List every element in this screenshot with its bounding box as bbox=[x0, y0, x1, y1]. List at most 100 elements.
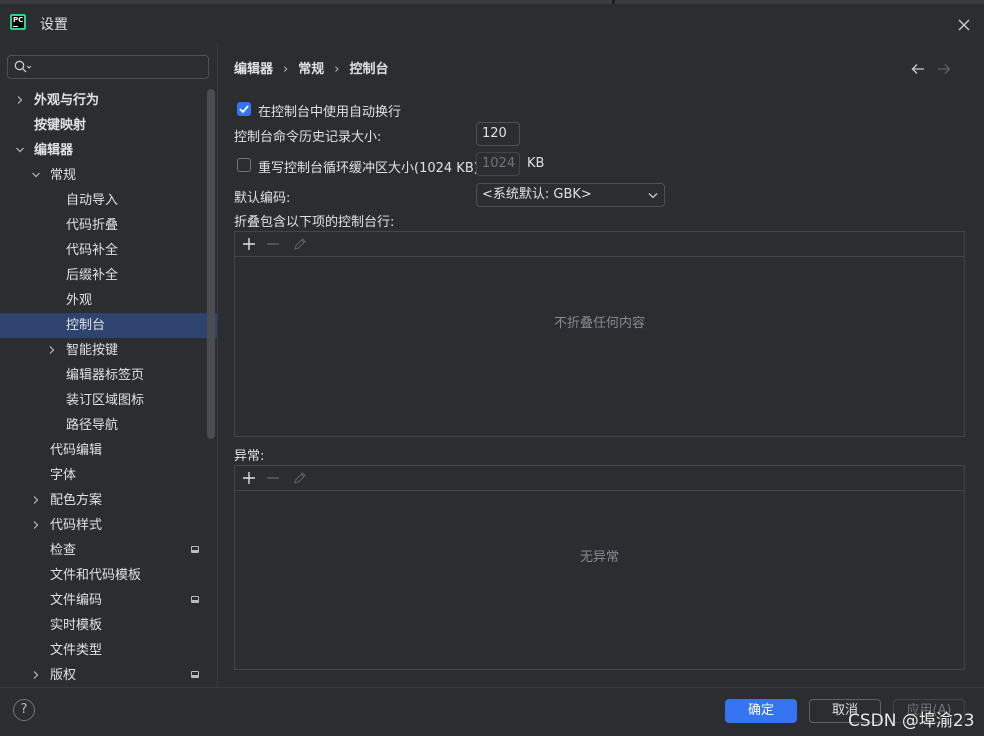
history-size-label: 控制台命令历史记录大小: bbox=[234, 130, 382, 145]
back-arrow-icon[interactable] bbox=[910, 62, 926, 76]
add-icon[interactable] bbox=[241, 236, 257, 252]
window-title: 设置 bbox=[40, 17, 68, 33]
exceptions-label: 异常: bbox=[234, 449, 265, 464]
cycle-buffer-label[interactable]: 重写控制台循环缓冲区大小(1024 KB) bbox=[258, 157, 479, 176]
cycle-buffer-input[interactable]: 1024 bbox=[476, 152, 520, 176]
sidebar-tree-item-label: 文件和代码模板 bbox=[50, 568, 142, 583]
encoding-select[interactable]: <系统默认: GBK> bbox=[476, 183, 665, 207]
sidebar-tree-item[interactable]: 后缀补全 bbox=[0, 263, 217, 288]
close-icon[interactable] bbox=[955, 16, 973, 34]
search-icon bbox=[14, 60, 32, 73]
sidebar-tree-item[interactable]: 编辑器 bbox=[0, 138, 217, 163]
sidebar-tree-item[interactable]: 外观 bbox=[0, 288, 217, 313]
sidebar-tree-item-label: 配色方案 bbox=[50, 493, 103, 508]
sidebar-tree-item[interactable]: 编辑器标签页 bbox=[0, 363, 217, 388]
forward-arrow-icon[interactable] bbox=[936, 62, 952, 76]
chevron-right-icon[interactable] bbox=[32, 496, 40, 504]
breadcrumb-separator: › bbox=[283, 62, 289, 77]
settings-tree: 外观与行为按键映射编辑器常规自动导入代码折叠代码补全后缀补全外观控制台智能按键编… bbox=[0, 88, 217, 688]
breadcrumb-item[interactable]: 常规 bbox=[298, 58, 324, 77]
sidebar-tree-item[interactable]: 文件和代码模板 bbox=[0, 563, 217, 588]
chevron-right-icon[interactable] bbox=[48, 346, 56, 354]
sidebar-tree-item[interactable]: 自动导入 bbox=[0, 188, 217, 213]
sidebar-tree-item[interactable]: 智能按键 bbox=[0, 338, 217, 363]
sidebar-tree-item[interactable]: 字体 bbox=[0, 463, 217, 488]
edit-icon[interactable] bbox=[292, 236, 308, 252]
encoding-label: 默认编码: bbox=[234, 191, 291, 206]
fold-lines-label: 折叠包含以下项的控制台行: bbox=[234, 215, 395, 230]
checkmark-icon bbox=[239, 105, 249, 114]
sidebar-tree-item[interactable]: 外观与行为 bbox=[0, 88, 217, 113]
settings-sidebar: 外观与行为按键映射编辑器常规自动导入代码折叠代码补全后缀补全外观控制台智能按键编… bbox=[0, 42, 217, 687]
chevron-right-icon[interactable] bbox=[32, 521, 40, 529]
sidebar-tree-item[interactable]: 按键映射 bbox=[0, 113, 217, 138]
sidebar-tree-item-label: 代码折叠 bbox=[66, 218, 119, 233]
sidebar-tree-item[interactable]: 文件类型 bbox=[0, 638, 217, 663]
sidebar-tree-item-label: 按键映射 bbox=[34, 118, 87, 133]
breadcrumb: 编辑器 › 常规 › 控制台 bbox=[234, 58, 388, 78]
breadcrumb-separator: › bbox=[334, 62, 340, 77]
edit-icon[interactable] bbox=[292, 470, 308, 486]
sidebar-tree-item-label: 路径导航 bbox=[66, 418, 119, 433]
soft-wrap-label[interactable]: 在控制台中使用自动换行 bbox=[258, 101, 401, 120]
sidebar-tree-item-label: 代码补全 bbox=[66, 243, 119, 258]
project-scope-icon bbox=[191, 671, 199, 678]
footer-divider bbox=[0, 687, 984, 688]
sidebar-tree-item-label: 代码编辑 bbox=[50, 443, 103, 458]
sidebar-tree-item[interactable]: 代码样式 bbox=[0, 513, 217, 538]
sidebar-tree-item-label: 代码样式 bbox=[50, 518, 103, 533]
sidebar-tree-item[interactable]: 检查 bbox=[0, 538, 217, 563]
fold-lines-panel: 不折叠任何内容 bbox=[234, 231, 965, 437]
chevron-down-icon[interactable] bbox=[32, 171, 40, 179]
sidebar-tree-item[interactable]: 版权 bbox=[0, 663, 217, 688]
sidebar-tree-item-label: 装订区域图标 bbox=[66, 393, 145, 408]
remove-icon[interactable] bbox=[265, 470, 281, 486]
sidebar-tree-item[interactable]: 实时模板 bbox=[0, 613, 217, 638]
remove-icon[interactable] bbox=[265, 236, 281, 252]
sidebar-tree-item-label: 版权 bbox=[50, 668, 77, 683]
encoding-value: <系统默认: GBK> bbox=[482, 187, 592, 202]
sidebar-tree-item-label: 外观与行为 bbox=[34, 93, 100, 108]
sidebar-tree-item[interactable]: 常规 bbox=[0, 163, 217, 188]
sidebar-tree-item-label: 编辑器标签页 bbox=[66, 368, 145, 383]
sidebar-divider bbox=[217, 42, 218, 687]
add-icon[interactable] bbox=[241, 470, 257, 486]
fold-lines-empty-text: 不折叠任何内容 bbox=[553, 316, 645, 331]
pycharm-logo-icon: PC bbox=[10, 14, 26, 30]
sidebar-tree-item-label: 文件编码 bbox=[50, 593, 103, 608]
sidebar-tree-item[interactable]: 代码补全 bbox=[0, 238, 217, 263]
search-input[interactable] bbox=[7, 55, 209, 79]
sidebar-tree-item-label: 智能按键 bbox=[66, 343, 119, 358]
breadcrumb-item[interactable]: 编辑器 bbox=[234, 58, 273, 77]
watermark: CSDN @埠渝23 bbox=[848, 711, 975, 731]
ok-button[interactable]: 确定 bbox=[725, 699, 797, 723]
chevron-down-icon bbox=[648, 193, 658, 199]
project-scope-icon bbox=[191, 596, 199, 603]
sidebar-tree-item-label: 编辑器 bbox=[34, 143, 74, 158]
sidebar-tree-item[interactable]: 配色方案 bbox=[0, 488, 217, 513]
chevron-right-icon[interactable] bbox=[16, 96, 24, 104]
help-button[interactable]: ? bbox=[13, 699, 35, 721]
project-scope-icon bbox=[191, 546, 199, 553]
history-size-input[interactable]: 120 bbox=[476, 122, 520, 146]
sidebar-tree-item[interactable]: 文件编码 bbox=[0, 588, 217, 613]
sidebar-scrollbar[interactable] bbox=[207, 89, 215, 439]
chevron-right-icon[interactable] bbox=[32, 671, 40, 679]
chevron-down-icon[interactable] bbox=[16, 146, 24, 154]
cycle-buffer-checkbox[interactable] bbox=[237, 158, 251, 172]
sidebar-tree-item[interactable]: 装订区域图标 bbox=[0, 388, 217, 413]
soft-wrap-checkbox[interactable] bbox=[237, 102, 251, 116]
sidebar-tree-item-label: 文件类型 bbox=[50, 643, 103, 658]
sidebar-tree-item-label: 后缀补全 bbox=[66, 268, 119, 283]
sidebar-tree-item-label: 控制台 bbox=[66, 318, 106, 333]
sidebar-tree-item-label: 自动导入 bbox=[66, 193, 119, 208]
exceptions-toolbar bbox=[235, 466, 964, 491]
sidebar-tree-item[interactable]: 代码折叠 bbox=[0, 213, 217, 238]
breadcrumb-item: 控制台 bbox=[349, 62, 389, 77]
fold-lines-toolbar bbox=[235, 232, 964, 257]
title-bar: PC 设置 bbox=[0, 4, 984, 42]
sidebar-tree-item[interactable]: 路径导航 bbox=[0, 413, 217, 438]
sidebar-tree-item[interactable]: 代码编辑 bbox=[0, 438, 217, 463]
exceptions-panel: 无异常 bbox=[234, 465, 965, 670]
sidebar-tree-item[interactable]: 控制台 bbox=[0, 313, 217, 338]
